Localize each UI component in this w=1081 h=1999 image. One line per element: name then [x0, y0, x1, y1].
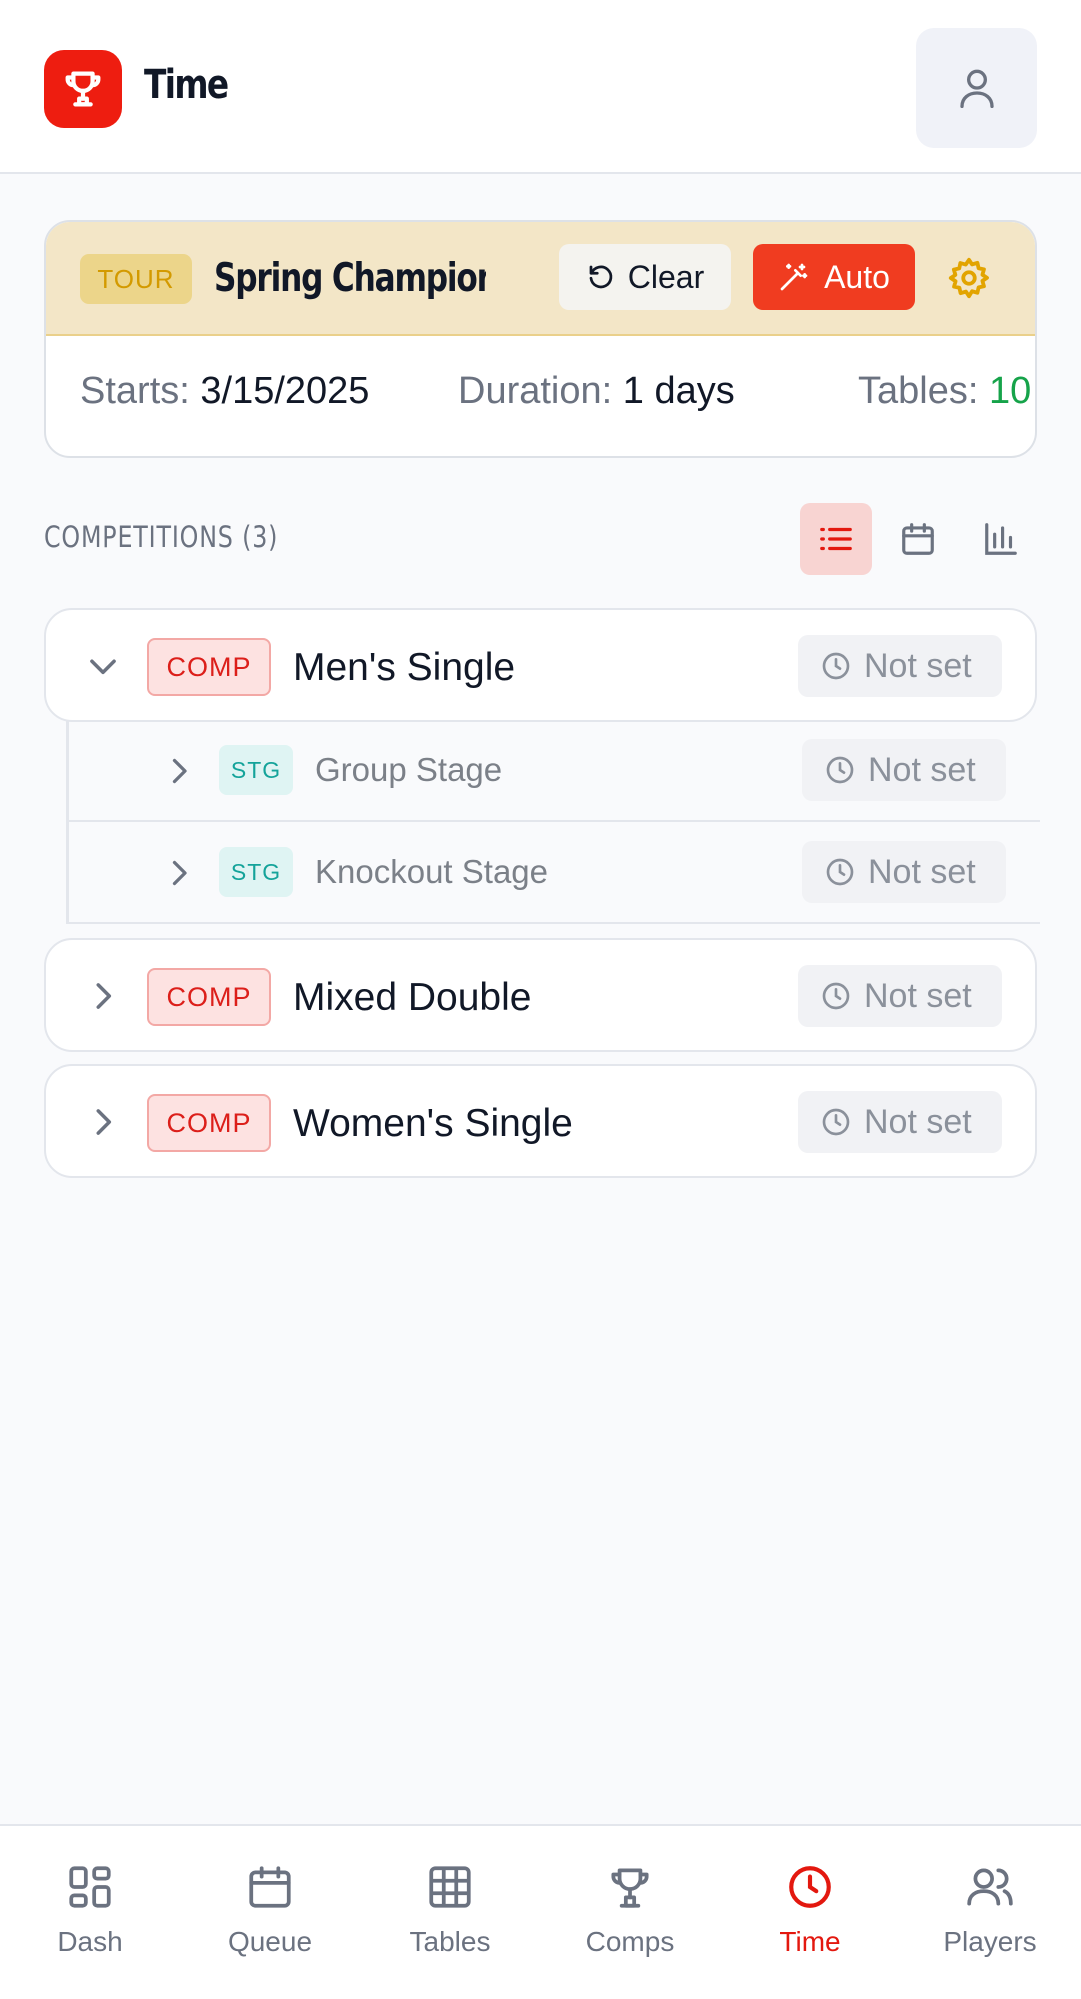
users-icon — [967, 1868, 1013, 1906]
grid-icon — [429, 1866, 471, 1908]
time-pill[interactable]: Not set — [798, 635, 1002, 697]
clock-icon — [822, 982, 850, 1010]
nav-label: Players — [943, 1926, 1037, 1957]
time-value: Not set — [864, 1102, 972, 1141]
stage-name: Knockout Stage — [315, 853, 548, 890]
list-icon — [820, 527, 852, 551]
chevron-down-icon[interactable] — [84, 647, 122, 685]
chevron-right-icon[interactable] — [84, 977, 122, 1015]
auto-schedule-button[interactable]: Auto — [753, 244, 915, 310]
user-icon — [959, 69, 994, 108]
time-pill[interactable]: Not set — [798, 1091, 1002, 1153]
time-value: Not set — [868, 852, 976, 891]
chevron-right-icon[interactable] — [161, 855, 197, 891]
clock-icon — [822, 1108, 850, 1136]
chart-icon — [985, 523, 1017, 555]
starts-label: Starts: — [80, 370, 190, 412]
duration-stat: Duration: 1 days — [458, 370, 735, 413]
clear-label: Clear — [627, 258, 705, 295]
bottom-nav: Dash Queue Tables Comps Time Players — [0, 1824, 1081, 1999]
calendar-icon — [902, 523, 934, 555]
nav-label: Dash — [57, 1926, 123, 1957]
clock-icon — [822, 652, 850, 680]
nav-item-time[interactable]: Time — [720, 1826, 900, 1999]
competitions-heading: COMPETITIONS (3) — [44, 520, 279, 554]
stage-name: Group Stage — [315, 751, 503, 788]
calendar-view-button[interactable] — [882, 503, 954, 575]
profile-button[interactable] — [916, 28, 1037, 148]
nav-item-comps[interactable]: Comps — [540, 1826, 720, 1999]
competition-row[interactable]: COMP Men's Single Not set — [44, 608, 1037, 722]
clear-button[interactable]: Clear — [559, 244, 731, 310]
tour-badge: TOUR — [80, 254, 192, 304]
nav-label: Queue — [227, 1926, 313, 1957]
competition-name: Men's Single — [293, 646, 516, 689]
tables-stat: Tables: 10 — [858, 370, 1031, 413]
nav-label: Time — [779, 1926, 841, 1957]
chevron-right-icon[interactable] — [84, 1103, 122, 1141]
nav-item-dash[interactable]: Dash — [0, 1826, 180, 1999]
tournament-stats: Starts: 3/15/2025 Duration: 1 days Table… — [80, 370, 1031, 420]
nav-label: Tables — [409, 1926, 491, 1957]
comp-badge: COMP — [147, 1094, 271, 1152]
time-value: Not set — [864, 976, 972, 1015]
reset-icon — [589, 265, 612, 289]
tournament-name[interactable]: Spring Champions... — [214, 256, 486, 301]
app-header: Time — [0, 0, 1081, 174]
trophy-icon — [44, 50, 122, 128]
time-pill[interactable]: Not set — [802, 841, 1006, 903]
list-view-button[interactable] — [800, 503, 872, 575]
auto-label: Auto — [824, 258, 890, 295]
time-pill[interactable]: Not set — [802, 739, 1006, 801]
stage-list: STG Group Stage Not set STG Knockout Sta… — [66, 720, 1040, 924]
calendar-icon — [249, 1866, 291, 1908]
page-title: Time — [144, 62, 229, 108]
competition-row[interactable]: COMP Mixed Double Not set — [44, 938, 1037, 1052]
nav-item-tables[interactable]: Tables — [360, 1826, 540, 1999]
time-value: Not set — [868, 750, 976, 789]
tournament-card: TOUR Spring Champions... Clear Auto — [44, 220, 1037, 458]
nav-label: Comps — [585, 1926, 675, 1957]
comp-badge: COMP — [147, 968, 271, 1026]
time-pill[interactable]: Not set — [798, 965, 1002, 1027]
chart-view-button[interactable] — [965, 503, 1037, 575]
stage-row[interactable]: STG Knockout Stage Not set — [69, 822, 1040, 924]
starts-stat: Starts: 3/15/2025 — [80, 370, 369, 413]
duration-value: 1 days — [622, 370, 735, 412]
trophy-icon — [611, 1868, 649, 1908]
stage-badge: STG — [219, 745, 293, 795]
clock-icon — [826, 858, 854, 886]
dashboard-icon — [69, 1866, 111, 1908]
tables-value: 10 — [988, 370, 1032, 412]
competition-name: Women's Single — [293, 1102, 573, 1145]
nav-item-queue[interactable]: Queue — [180, 1826, 360, 1999]
clock-icon — [789, 1866, 831, 1908]
stage-badge: STG — [219, 847, 293, 897]
duration-label: Duration: — [458, 370, 613, 412]
clock-icon — [826, 756, 854, 784]
magic-wand-icon — [780, 263, 808, 291]
gear-icon[interactable] — [946, 255, 992, 301]
stage-row[interactable]: STG Group Stage Not set — [69, 720, 1040, 822]
competition-name: Mixed Double — [293, 976, 532, 1019]
comp-badge: COMP — [147, 638, 271, 696]
competition-row[interactable]: COMP Women's Single Not set — [44, 1064, 1037, 1178]
chevron-right-icon[interactable] — [161, 753, 197, 789]
starts-value: 3/15/2025 — [200, 370, 370, 412]
tables-label: Tables: — [858, 370, 979, 412]
tournament-card-header: TOUR Spring Champions... Clear Auto — [46, 222, 1035, 336]
nav-item-players[interactable]: Players — [900, 1826, 1080, 1999]
time-value: Not set — [864, 646, 972, 685]
